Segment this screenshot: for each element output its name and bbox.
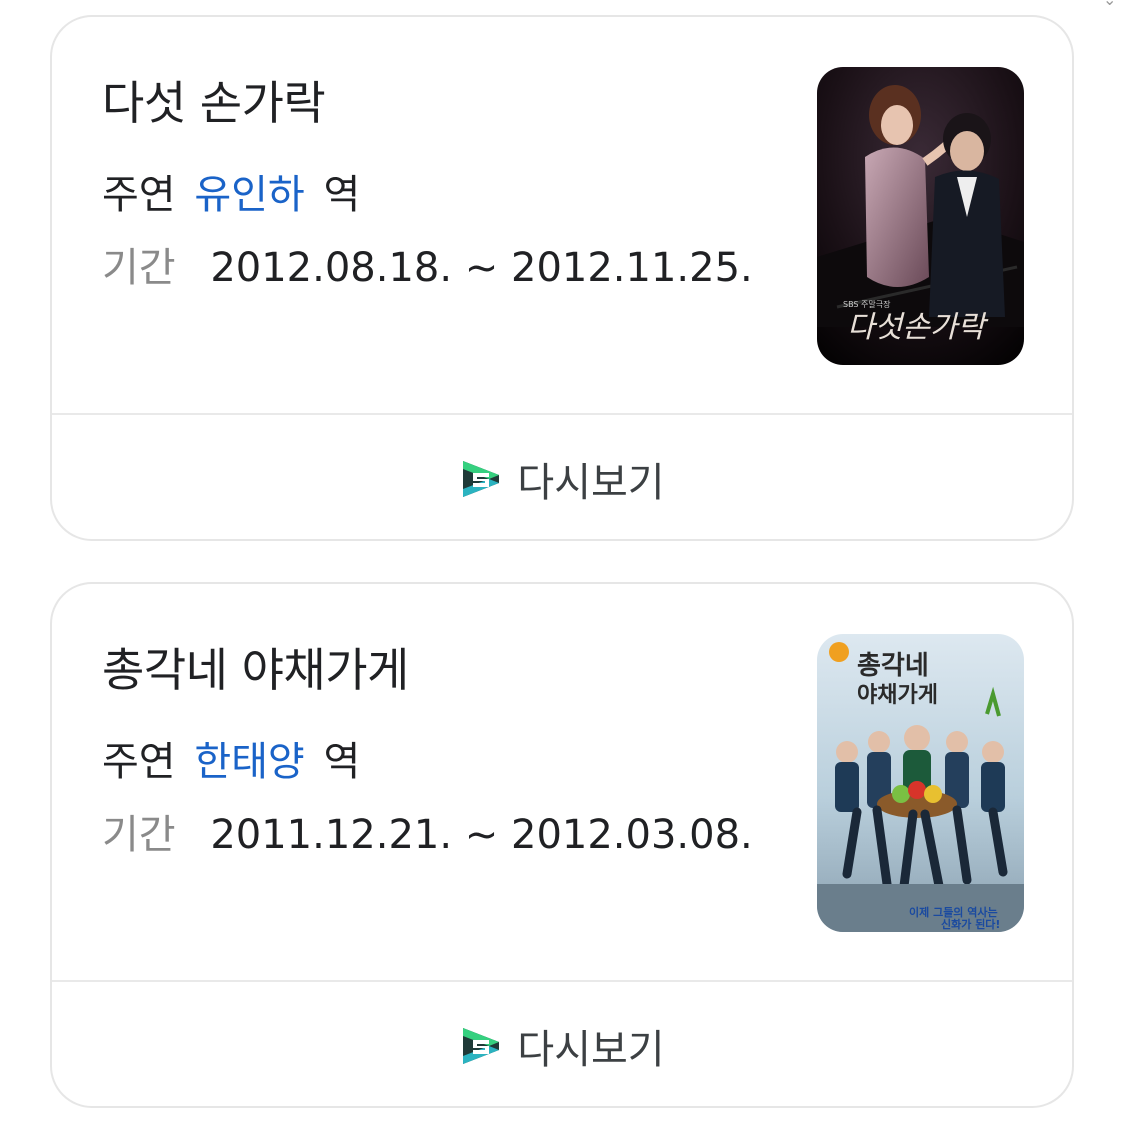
poster-art: 다섯손가락 SBS 주말극장	[817, 67, 1024, 365]
svg-text:총각네: 총각네	[857, 651, 929, 681]
sbs-s-icon	[463, 461, 500, 497]
actor-link[interactable]: 유인하	[194, 172, 304, 218]
drama-title[interactable]: 다섯 손가락	[102, 67, 326, 133]
svg-text:신화가 된다!: 신화가 된다!	[941, 917, 1000, 931]
period-label: 기간	[102, 812, 176, 858]
role-suffix: 역	[323, 172, 361, 218]
rewatch-button[interactable]: 다시보기	[459, 1017, 665, 1075]
period-value: 2011.12.21. ~ 2012.03.08.	[210, 812, 753, 858]
rewatch-row: 다시보기	[52, 982, 1072, 1106]
svg-text:야채가게: 야채가게	[857, 682, 938, 708]
partial-icon: ⌄	[1103, 0, 1117, 9]
drama-title[interactable]: 총각네 야채가게	[102, 634, 409, 700]
period-line: 기간 2011.12.21. ~ 2012.03.08.	[102, 802, 753, 860]
sbs-s-icon	[463, 1028, 500, 1064]
drama-card[interactable]: 총각네 야채가게 주연 한태양 역 기간 2011.12.21. ~ 2012.…	[50, 582, 1074, 1108]
drama-info[interactable]: 다섯 손가락 주연 유인하 역 기간 2012.08.18. ~ 2012.11…	[52, 17, 1072, 415]
role-suffix: 역	[323, 739, 361, 785]
actor-link[interactable]: 한태양	[194, 739, 304, 785]
poster-image[interactable]: 총각네 야채가게 이제 그들의 역사는 신화가 된다!	[817, 634, 1024, 932]
period-label: 기간	[102, 245, 176, 291]
rewatch-label: 다시보기	[517, 1027, 665, 1073]
rewatch-row: 다시보기	[52, 415, 1072, 539]
drama-card[interactable]: 다섯 손가락 주연 유인하 역 기간 2012.08.18. ~ 2012.11…	[50, 15, 1074, 541]
poster-image[interactable]: 다섯손가락 SBS 주말극장	[817, 67, 1024, 365]
period-value: 2012.08.18. ~ 2012.11.25.	[210, 245, 753, 291]
svg-text:이제 그들의 역사는: 이제 그들의 역사는	[909, 905, 998, 919]
rewatch-button[interactable]: 다시보기	[459, 450, 665, 508]
poster-art: 총각네 야채가게 이제 그들의 역사는 신화가 된다!	[817, 634, 1024, 932]
drama-info[interactable]: 총각네 야채가게 주연 한태양 역 기간 2011.12.21. ~ 2012.…	[52, 584, 1072, 982]
role-line: 주연 유인하 역	[102, 162, 360, 220]
svg-text:다섯손가락: 다섯손가락	[847, 310, 989, 345]
role-line: 주연 한태양 역	[102, 729, 360, 787]
role-prefix: 주연	[102, 172, 176, 218]
period-line: 기간 2012.08.18. ~ 2012.11.25.	[102, 235, 753, 293]
svg-text:SBS 주말극장: SBS 주말극장	[843, 299, 891, 309]
rewatch-label: 다시보기	[517, 460, 665, 506]
role-prefix: 주연	[102, 739, 176, 785]
